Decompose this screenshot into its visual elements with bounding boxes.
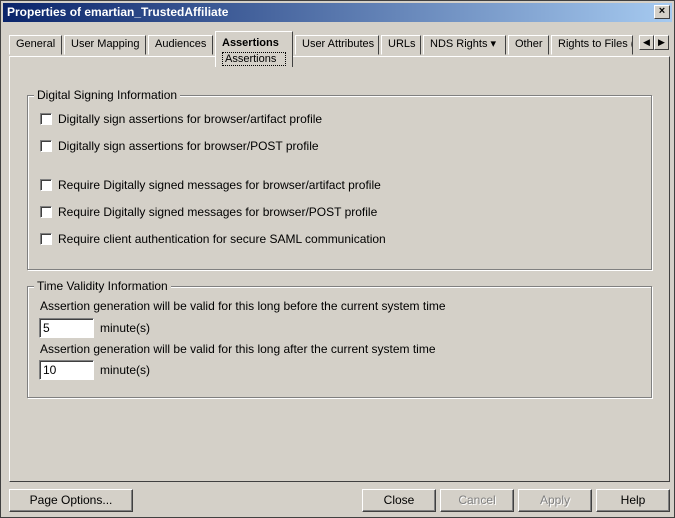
after-label: Assertion generation will be valid for t… [40,342,436,356]
tab-rights-to-files[interactable]: Rights to Files ( [551,35,633,55]
tab-user-attributes[interactable]: User Attributes [295,35,379,55]
group-title: Time Validity Information [34,279,171,293]
tab-general[interactable]: General [9,35,62,55]
tab-assertions[interactable]: Assertions Assertions [215,31,293,67]
checkbox-label: Require Digitally signed messages for br… [58,178,381,192]
close-icon: × [658,5,666,17]
checkbox-label: Digitally sign assertions for browser/PO… [58,139,319,153]
checkbox-box[interactable] [40,206,52,218]
cancel-button[interactable]: Cancel [440,489,514,512]
tab-urls[interactable]: URLs [381,35,421,55]
tab-scroll-left-button[interactable]: ◀ [639,35,654,50]
tab-user-mapping[interactable]: User Mapping [64,35,146,55]
checkbox-box[interactable] [40,179,52,191]
chevron-right-icon: ▶ [658,37,665,47]
tab-scroll-right-button[interactable]: ▶ [654,35,669,50]
tab-nds-rights[interactable]: NDS Rights ▾ [423,35,506,55]
after-minutes-input[interactable] [39,360,94,380]
apply-button[interactable]: Apply [518,489,592,512]
assertions-panel: Digital Signing Information Digitally si… [9,56,670,482]
tab-label: Other [515,38,543,50]
time-validity-group: Time Validity Information Assertion gene… [27,279,652,398]
before-minutes-input[interactable] [39,318,94,338]
close-window-button[interactable]: × [654,5,670,19]
tab-label: Rights to Files ( [558,38,633,50]
after-unit-label: minute(s) [100,363,151,377]
checkbox-label: Require Digitally signed messages for br… [58,205,378,219]
before-label: Assertion generation will be valid for t… [40,299,446,313]
title-bar: Properties of emartian_TrustedAffiliate … [3,3,672,22]
checkbox-box[interactable] [40,113,52,125]
chevron-left-icon: ◀ [643,37,650,47]
page-options-button[interactable]: Page Options... [9,489,133,512]
checkbox-require-signed-artifact[interactable]: Require Digitally signed messages for br… [40,177,381,193]
close-button[interactable]: Close [362,489,436,512]
tab-audiences[interactable]: Audiences [148,35,213,55]
tab-label: Assertions [222,37,279,49]
tab-label: User Attributes [302,38,375,50]
window-title: Properties of emartian_TrustedAffiliate [7,5,229,19]
checkbox-require-client-auth[interactable]: Require client authentication for secure… [40,231,386,247]
help-button[interactable]: Help [596,489,670,512]
digital-signing-group: Digital Signing Information Digitally si… [27,88,652,270]
group-title: Digital Signing Information [34,88,181,102]
before-unit-label: minute(s) [100,321,151,335]
tab-label: Audiences [155,38,207,50]
checkbox-require-signed-post[interactable]: Require Digitally signed messages for br… [40,204,377,220]
tab-label: General [16,38,56,50]
tab-label: NDS Rights ▾ [430,38,497,50]
subtab-assertions[interactable]: Assertions [222,52,286,66]
checkbox-sign-artifact[interactable]: Digitally sign assertions for browser/ar… [40,111,322,127]
checkbox-box[interactable] [40,140,52,152]
tab-strip: General User Mapping Audiences Assertion… [9,31,669,67]
checkbox-label: Require client authentication for secure… [58,232,386,246]
checkbox-sign-post[interactable]: Digitally sign assertions for browser/PO… [40,138,319,154]
properties-dialog: Properties of emartian_TrustedAffiliate … [0,0,675,518]
checkbox-box[interactable] [40,233,52,245]
tab-label: URLs [388,38,416,50]
checkbox-label: Digitally sign assertions for browser/ar… [58,112,323,126]
tab-label: User Mapping [71,38,140,50]
tab-other[interactable]: Other [508,35,549,55]
